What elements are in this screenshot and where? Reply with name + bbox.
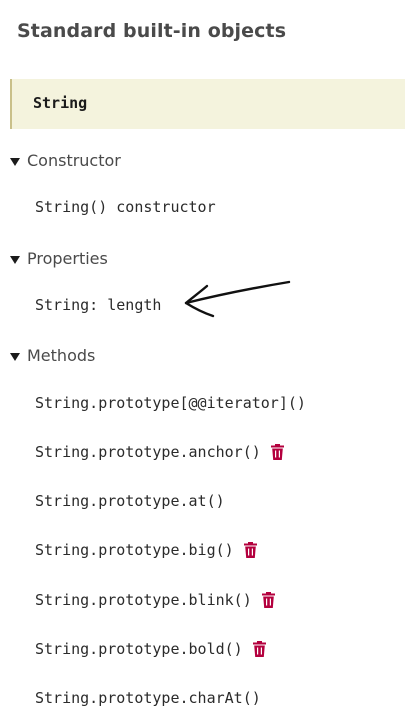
sidebar-item-blink[interactable]: String.prototype.blink() [35,591,275,609]
sidebar-item-label: String.prototype.at() [35,492,225,510]
sidebar-item-string-length[interactable]: String: length [35,296,161,314]
sidebar-item-at[interactable]: String.prototype.at() [35,492,225,510]
section-label: Properties [27,249,108,268]
triangle-down-icon [10,352,20,361]
sidebar-item-string-constructor[interactable]: String() constructor [35,198,216,216]
trash-icon [261,592,275,608]
hand-drawn-arrow-icon [184,280,291,318]
trash-icon [252,641,266,657]
sidebar-item-label: String: length [35,296,162,314]
sidebar: Standard built-in objects String Constru… [0,0,405,720]
sidebar-item-label: String.prototype.bold() [35,640,243,658]
sidebar-item-big[interactable]: String.prototype.big() [35,541,257,559]
current-item-string[interactable]: String [10,79,405,129]
trash-icon [270,444,284,460]
sidebar-item-label: String.prototype.anchor() [35,443,261,461]
sidebar-item-iterator[interactable]: String.prototype[@@iterator]() [35,394,306,412]
sidebar-heading: Standard built-in objects [17,20,287,42]
sidebar-item-label: String.prototype.charAt() [35,689,261,707]
sidebar-item-label: String.prototype.blink() [35,591,252,609]
current-item-label: String [33,94,88,112]
section-methods-toggle[interactable]: Methods [10,346,95,365]
sidebar-item-label: String.prototype[@@iterator]() [35,394,306,412]
section-constructor-toggle[interactable]: Constructor [10,151,121,170]
triangle-down-icon [10,157,20,166]
trash-icon [243,542,257,558]
sidebar-item-bold[interactable]: String.prototype.bold() [35,640,266,658]
section-label: Constructor [27,151,121,170]
sidebar-item-anchor[interactable]: String.prototype.anchor() [35,443,284,461]
sidebar-item-label: String() constructor [35,198,216,216]
section-label: Methods [27,346,96,365]
triangle-down-icon [10,255,20,264]
sidebar-item-charat[interactable]: String.prototype.charAt() [35,689,261,707]
sidebar-item-label: String.prototype.big() [35,541,234,559]
section-properties-toggle[interactable]: Properties [10,249,108,268]
